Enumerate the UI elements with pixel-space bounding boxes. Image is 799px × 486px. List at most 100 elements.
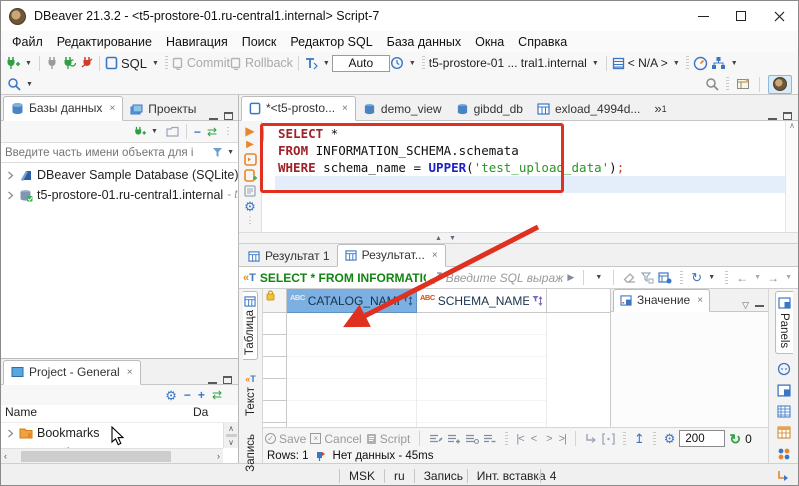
column-filter-sort-icon[interactable] [402,295,413,307]
menu-help[interactable]: Справка [511,33,574,51]
chevron-down-icon[interactable]: ▼ [151,128,158,135]
maximize-button[interactable] [722,1,760,31]
sql-editor-button[interactable]: SQL ▼ [105,56,161,71]
chevron-down-icon[interactable]: ▼ [227,149,234,156]
metadata-panel-icon[interactable] [777,405,791,418]
search-button[interactable]: ▼ [7,77,35,91]
value-panel-content[interactable] [611,312,768,427]
scroll-right-icon[interactable]: › [217,451,223,461]
close-icon[interactable]: × [109,103,115,114]
menu-windows[interactable]: Окна [468,33,511,51]
collapse-all-icon[interactable]: − [184,389,191,401]
scrollbar-thumb[interactable] [21,450,171,462]
tree-item-sample-db[interactable]: DBeaver Sample Database (SQLite) [1,165,238,185]
execute-statement-icon[interactable]: ▶ [245,125,254,137]
new-connection-small-button[interactable]: ▼ [133,126,160,138]
view-tab-text[interactable]: «T Текст [244,370,258,420]
remove-filter-icon[interactable] [641,271,654,284]
sql-code[interactable]: SELECT * FROM INFORMATION_SCHEMA.schemata… [275,121,785,232]
expand-all-icon[interactable]: + [198,389,205,401]
chevron-down-icon[interactable]: ▼ [323,60,330,67]
tab-script-7[interactable]: *<t5-prosto... × [241,96,356,121]
panels-tab[interactable]: Panels [774,291,793,355]
menu-search[interactable]: Поиск [235,33,284,51]
tab-demo-view[interactable]: demo_view [356,98,449,121]
grid-column-schema[interactable] [417,313,547,427]
expand-filter-icon[interactable] [430,271,442,284]
write-mode-indicator[interactable]: Запись [415,469,467,483]
dbeaver-perspective-button[interactable] [768,74,792,94]
previous-row-button[interactable]: < [531,433,538,445]
search-icon[interactable] [705,77,719,91]
scroll-down-icon[interactable]: ∨ [228,438,234,447]
filter-query-text[interactable]: SELECT * FROM INFORMATION_SCH [260,271,426,285]
new-connection-button[interactable]: ▼ [5,56,34,70]
fetch-all-icon[interactable] [602,432,615,445]
grid-rows[interactable] [263,313,610,427]
view-tab-record[interactable]: Запись [244,430,258,476]
caret-position-indicator[interactable]: 4 [541,469,566,483]
apply-filter-icon[interactable]: ▶ [567,273,574,282]
grid-row-header-column[interactable] [263,313,287,427]
close-icon[interactable]: × [697,295,703,306]
first-row-button[interactable]: |< [516,433,524,445]
scroll-up-icon[interactable]: ∧ [228,424,234,433]
chevron-down-icon[interactable]: ▼ [754,274,761,281]
gear-icon[interactable]: ⚙ [244,200,256,213]
menu-database[interactable]: База данных [380,33,468,51]
column-name[interactable]: Name [5,405,193,422]
tree-item-bookmarks[interactable]: Bookmarks [1,423,238,443]
connection-selector[interactable]: t5-prostore-01 ... tral1.internal ▼ [429,56,601,70]
editor-scrollbar[interactable]: ∧ [785,121,798,232]
tab-project-general[interactable]: Project - General × [3,360,141,385]
minimize-panel-icon[interactable] [768,118,777,120]
transaction-auto-combo[interactable]: Auto [331,54,390,72]
chevron-down-icon[interactable]: ▼ [409,60,416,67]
chevron-down-icon[interactable]: ▼ [673,60,680,67]
minimize-panel-icon[interactable] [208,382,217,384]
sash-up-icon[interactable]: ▲ [435,235,442,242]
view-menu-icon[interactable]: ⋮ [223,126,233,137]
panel-toggle-icon[interactable] [776,384,791,397]
references-panel-icon[interactable] [777,469,791,482]
gear-icon[interactable]: ⚙ [165,389,177,402]
duplicate-row-icon[interactable] [465,433,480,444]
connect-plug-icon[interactable] [45,56,59,70]
transaction-mode-button[interactable]: ▼ [304,57,332,70]
grid-column-catalog[interactable] [287,313,417,427]
editor-results-sash[interactable]: ▲ ▼ [239,232,798,244]
filter-placeholder-text[interactable]: Введите SQL выраж [446,271,564,285]
chevron-down-icon[interactable]: ▼ [592,60,599,67]
chevron-down-icon[interactable]: ▼ [785,274,792,281]
new-folder-icon[interactable] [166,126,179,137]
chevron-down-icon[interactable]: ▼ [708,274,715,281]
open-perspective-icon[interactable] [736,77,751,91]
tab-value[interactable]: Значение × [613,289,711,312]
chevron-down-icon[interactable]: ▼ [152,60,159,67]
minimize-panel-icon[interactable] [209,118,219,120]
tab-result-1[interactable]: Результат 1 [241,246,337,267]
close-icon[interactable]: × [342,103,348,114]
tab-databases[interactable]: Базы данных × [3,96,124,121]
locale-indicator[interactable]: ru [385,469,414,483]
edit-row-icon[interactable] [429,433,443,444]
fold-collapse-icon[interactable] [262,126,264,142]
filter-funnel-icon[interactable] [212,147,225,159]
explain-plan-icon[interactable] [244,185,256,197]
column-date[interactable]: Da [193,405,223,422]
view-tab-grid[interactable]: Таблица [243,291,258,361]
calc-panel-icon[interactable] [777,426,791,439]
last-row-button[interactable]: >| [559,433,567,445]
auto-refresh-icon[interactable]: ↻ [729,432,741,446]
value-viewer-toggle-icon[interactable] [777,362,791,376]
tab-overflow-indicator[interactable]: » 1 [647,97,673,121]
menu-sql-editor[interactable]: Редактор SQL [283,33,379,51]
cluster-icon[interactable] [711,56,726,70]
close-button[interactable] [760,1,798,31]
menu-edit[interactable]: Редактирование [50,33,159,51]
refresh-icon[interactable]: ↻ [691,271,702,284]
column-header-schema-name[interactable]: ABC SCHEMA_NAME [417,289,547,313]
delete-row-icon[interactable] [483,433,497,444]
filter-history-dropdown-icon[interactable]: ▼ [595,274,602,281]
column-filter-sort-icon[interactable] [532,295,543,307]
